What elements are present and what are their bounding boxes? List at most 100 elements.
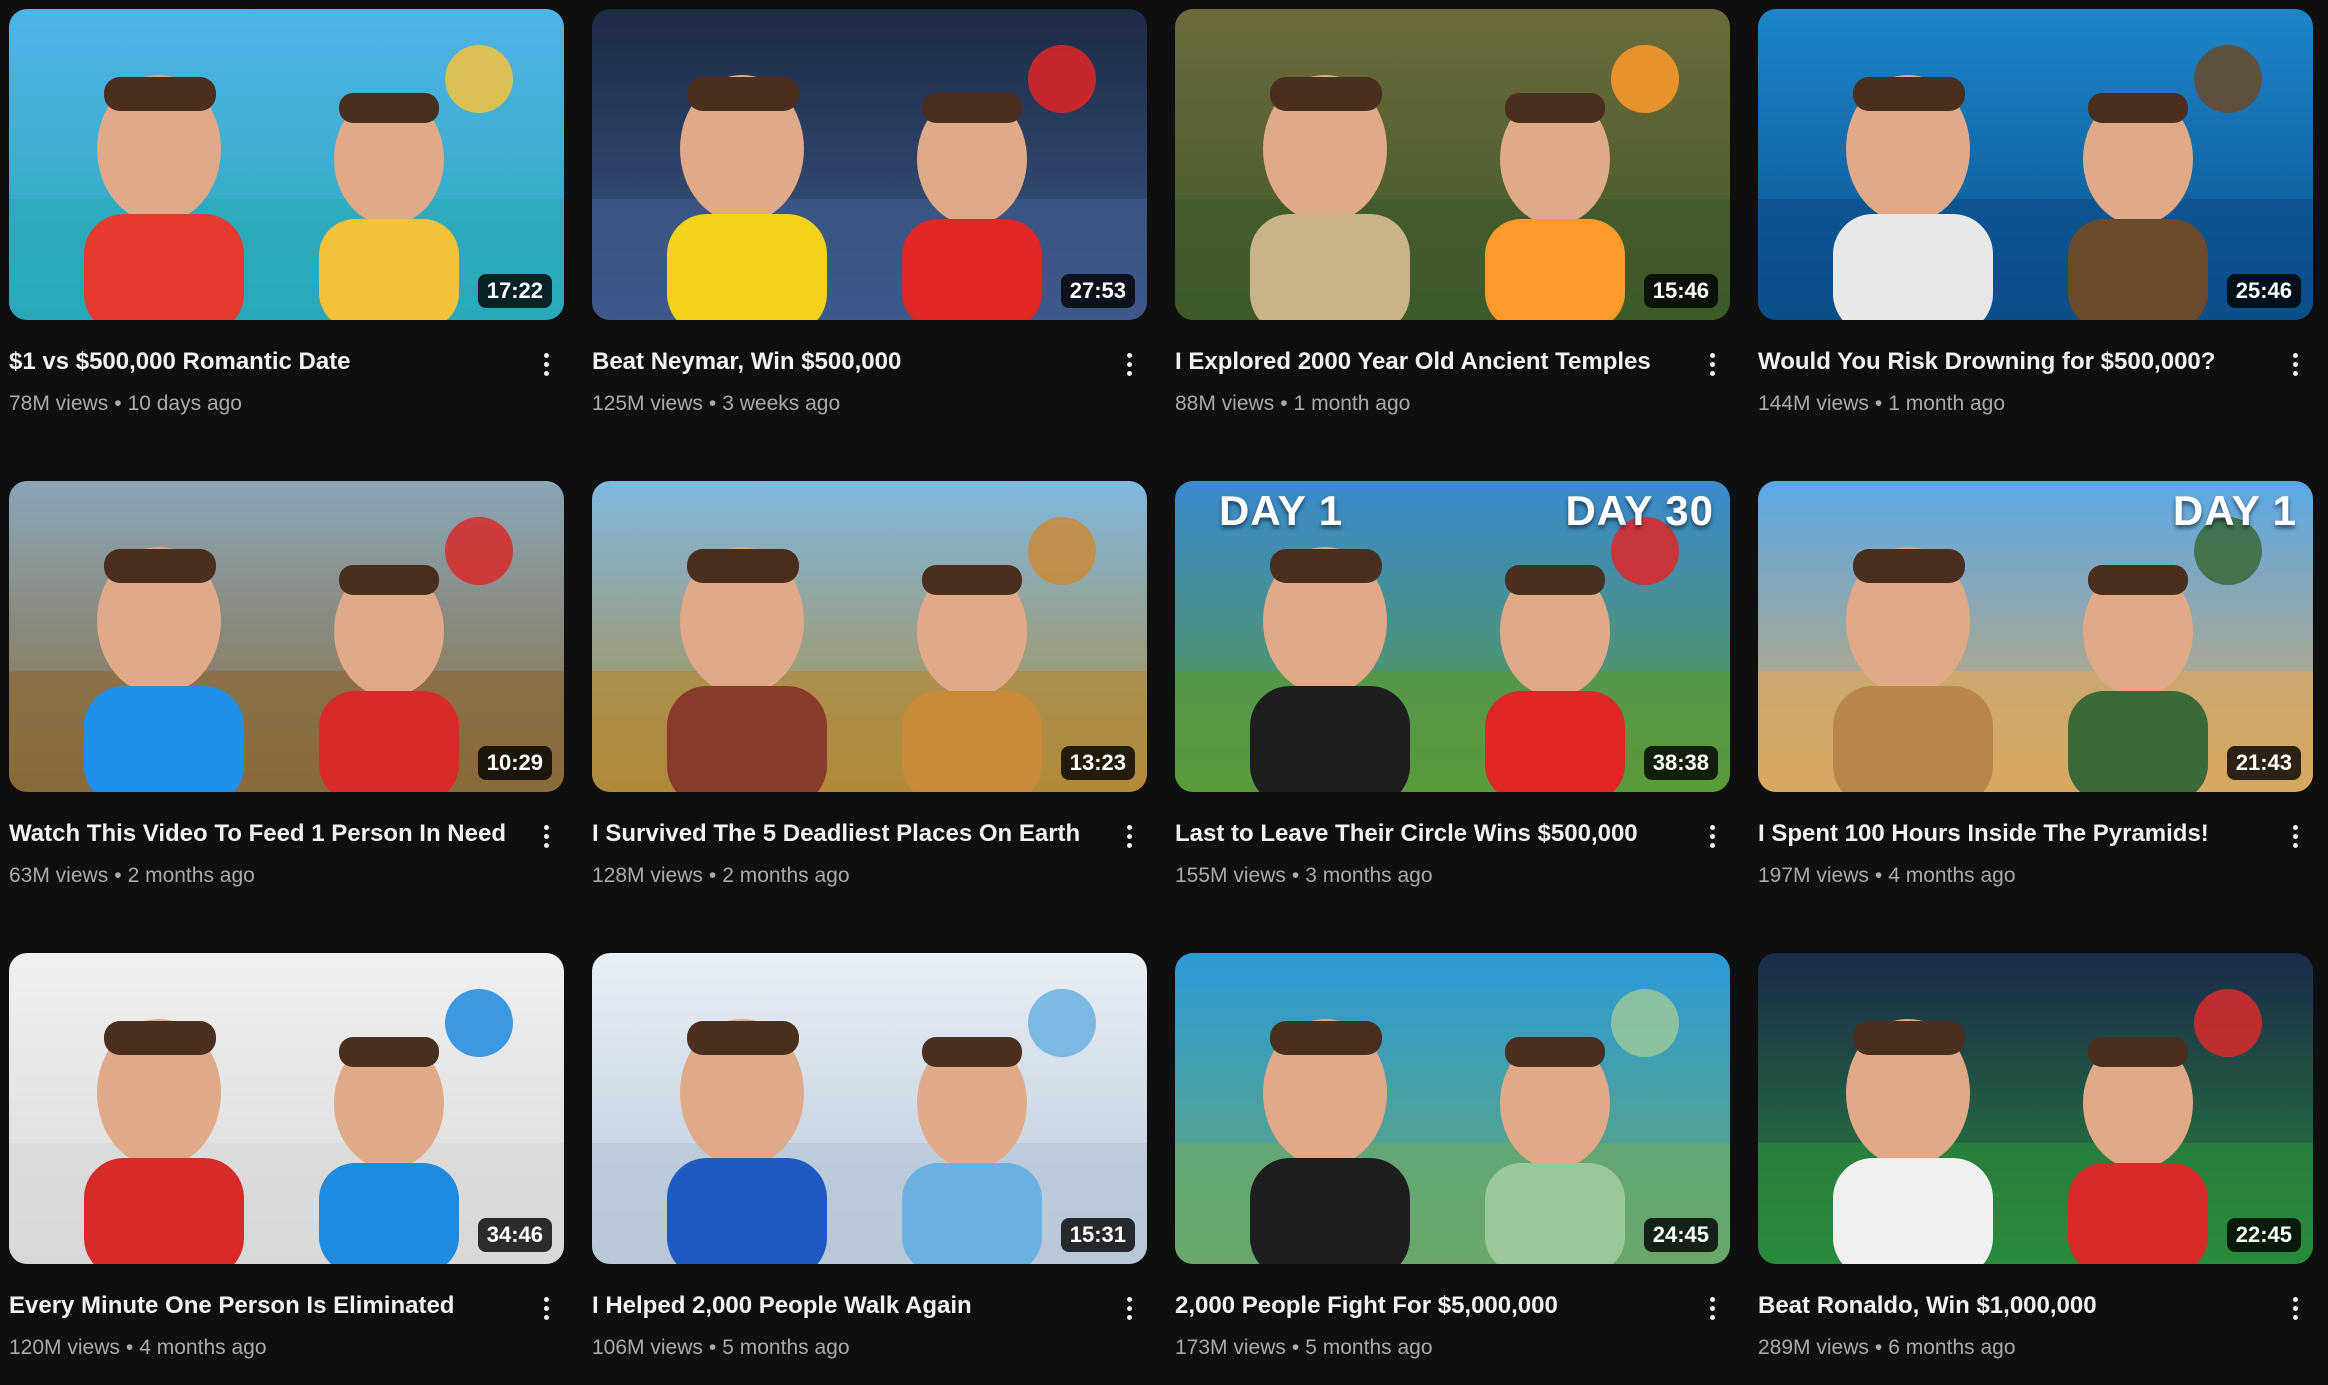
more-actions-icon[interactable]	[528, 344, 564, 384]
video-card[interactable]: 15:31 I Helped 2,000 People Walk Again 1…	[592, 953, 1147, 1385]
more-actions-icon[interactable]	[1111, 816, 1147, 856]
video-thumbnail[interactable]: 15:46	[1175, 9, 1730, 320]
video-thumbnail[interactable]: 17:22	[9, 9, 564, 320]
video-stats: 78M views • 10 days ago	[9, 390, 512, 418]
video-thumbnail[interactable]: 24:45	[1175, 953, 1730, 1264]
thumbnail-overlay-left: DAY 1	[1219, 487, 1344, 534]
upload-age: 6 months ago	[1888, 1336, 2016, 1359]
video-title[interactable]: I Survived The 5 Deadliest Places On Ear…	[592, 818, 1095, 850]
duration-badge: 38:38	[1643, 746, 1718, 780]
video-meta: Watch This Video To Feed 1 Person In Nee…	[9, 792, 564, 890]
video-thumbnail[interactable]: 10:29	[9, 481, 564, 792]
video-thumbnail[interactable]: 22:45	[1758, 953, 2313, 1264]
video-card[interactable]: DAY 1 21:43 I Spent 100 Hours Inside The…	[1758, 481, 2313, 913]
more-actions-icon[interactable]	[2277, 816, 2313, 856]
video-title[interactable]: I Helped 2,000 People Walk Again	[592, 1290, 1095, 1322]
thumbnail-overlay-right: DAY 30	[1565, 487, 1714, 534]
video-stats: 197M views • 4 months ago	[1758, 862, 2261, 890]
view-count: 63M views	[9, 864, 109, 887]
more-actions-icon[interactable]	[1694, 816, 1730, 856]
video-title[interactable]: Every Minute One Person Is Eliminated	[9, 1290, 512, 1322]
video-meta: Last to Leave Their Circle Wins $500,000…	[1175, 792, 1730, 890]
video-card[interactable]: 25:46 Would You Risk Drowning for $500,0…	[1758, 9, 2313, 441]
duration-badge: 15:31	[1060, 1218, 1135, 1252]
more-actions-icon[interactable]	[1694, 344, 1730, 384]
upload-age: 3 weeks ago	[722, 392, 841, 415]
stat-separator: •	[1874, 864, 1883, 887]
stat-separator: •	[125, 1336, 134, 1359]
duration-badge: 25:46	[2226, 274, 2301, 308]
video-thumbnail[interactable]: 34:46	[9, 953, 564, 1264]
stat-separator: •	[114, 864, 122, 887]
more-actions-icon[interactable]	[2277, 344, 2313, 384]
more-actions-icon[interactable]	[528, 816, 564, 856]
upload-age: 3 months ago	[1305, 864, 1433, 887]
thumbnail-image	[592, 481, 1147, 792]
stat-separator: •	[1280, 392, 1288, 415]
video-card[interactable]: 22:45 Beat Ronaldo, Win $1,000,000 289M …	[1758, 953, 2313, 1385]
video-thumbnail[interactable]: 13:23	[592, 481, 1147, 792]
more-actions-icon[interactable]	[1111, 344, 1147, 384]
video-stats: 120M views • 4 months ago	[9, 1334, 512, 1362]
view-count: 78M views	[9, 392, 109, 415]
video-stats: 144M views • 1 month ago	[1758, 390, 2261, 418]
video-stats: 289M views • 6 months ago	[1758, 1334, 2261, 1362]
more-actions-icon[interactable]	[2277, 1288, 2313, 1328]
video-title[interactable]: $1 vs $500,000 Romantic Date	[9, 346, 512, 378]
thumbnail-overlay-right: DAY 1	[2172, 487, 2297, 534]
video-card[interactable]: 13:23 I Survived The 5 Deadliest Places …	[592, 481, 1147, 913]
duration-badge: 27:53	[1060, 274, 1135, 308]
view-count: 144M views	[1758, 392, 1869, 415]
video-card[interactable]: 10:29 Watch This Video To Feed 1 Person …	[9, 481, 564, 913]
more-actions-icon[interactable]	[1111, 1288, 1147, 1328]
video-thumbnail[interactable]: DAY 1 DAY 30 38:38	[1175, 481, 1730, 792]
view-count: 173M views	[1175, 1336, 1286, 1359]
video-thumbnail[interactable]: 25:46	[1758, 9, 2313, 320]
view-count: 120M views	[9, 1336, 120, 1359]
video-title[interactable]: Would You Risk Drowning for $500,000?	[1758, 346, 2261, 378]
view-count: 128M views	[592, 864, 703, 887]
video-card[interactable]: 24:45 2,000 People Fight For $5,000,000 …	[1175, 953, 1730, 1385]
view-count: 125M views	[592, 392, 703, 415]
stat-separator: •	[1874, 392, 1883, 415]
video-stats: 88M views • 1 month ago	[1175, 390, 1678, 418]
view-count: 88M views	[1175, 392, 1275, 415]
video-thumbnail[interactable]: 15:31	[592, 953, 1147, 1264]
more-actions-icon[interactable]	[528, 1288, 564, 1328]
video-title[interactable]: I Explored 2000 Year Old Ancient Temples	[1175, 346, 1678, 378]
video-card[interactable]: 27:53 Beat Neymar, Win $500,000 125M vie…	[592, 9, 1147, 441]
duration-badge: 24:45	[1643, 1218, 1718, 1252]
video-thumbnail[interactable]: 27:53	[592, 9, 1147, 320]
video-card[interactable]: DAY 1 DAY 30 38:38 Last to Leave Their C…	[1175, 481, 1730, 913]
upload-age: 5 months ago	[722, 1336, 850, 1359]
video-card[interactable]: 34:46 Every Minute One Person Is Elimina…	[9, 953, 564, 1385]
stat-separator: •	[1291, 1336, 1300, 1359]
video-thumbnail[interactable]: DAY 1 21:43	[1758, 481, 2313, 792]
video-meta: I Helped 2,000 People Walk Again 106M vi…	[592, 1264, 1147, 1362]
video-title[interactable]: Last to Leave Their Circle Wins $500,000	[1175, 818, 1678, 850]
more-actions-icon[interactable]	[1694, 1288, 1730, 1328]
video-card[interactable]: 15:46 I Explored 2000 Year Old Ancient T…	[1175, 9, 1730, 441]
video-title[interactable]: Watch This Video To Feed 1 Person In Nee…	[9, 818, 512, 850]
video-stats: 155M views • 3 months ago	[1175, 862, 1678, 890]
thumbnail-image	[9, 481, 564, 792]
video-meta: Would You Risk Drowning for $500,000? 14…	[1758, 320, 2313, 418]
video-title[interactable]: I Spent 100 Hours Inside The Pyramids!	[1758, 818, 2261, 850]
video-meta: Beat Neymar, Win $500,000 125M views • 3 w…	[592, 320, 1147, 418]
video-title[interactable]: Beat Ronaldo, Win $1,000,000	[1758, 1290, 2261, 1322]
view-count: 289M views	[1758, 1336, 1869, 1359]
thumbnail-image	[1175, 953, 1730, 1264]
stat-separator: •	[708, 392, 717, 415]
thumbnail-image	[1758, 9, 2313, 320]
view-count: 197M views	[1758, 864, 1869, 887]
video-title[interactable]: 2,000 People Fight For $5,000,000	[1175, 1290, 1678, 1322]
video-card[interactable]: 17:22 $1 vs $500,000 Romantic Date 78M v…	[9, 9, 564, 441]
stat-separator: •	[114, 392, 122, 415]
duration-badge: 22:45	[2226, 1218, 2301, 1252]
stat-separator: •	[1291, 864, 1300, 887]
thumbnail-image	[592, 953, 1147, 1264]
video-title[interactable]: Beat Neymar, Win $500,000	[592, 346, 1095, 378]
upload-age: 2 months ago	[127, 864, 255, 887]
video-meta: Every Minute One Person Is Eliminated 12…	[9, 1264, 564, 1362]
video-meta: 2,000 People Fight For $5,000,000 173M v…	[1175, 1264, 1730, 1362]
